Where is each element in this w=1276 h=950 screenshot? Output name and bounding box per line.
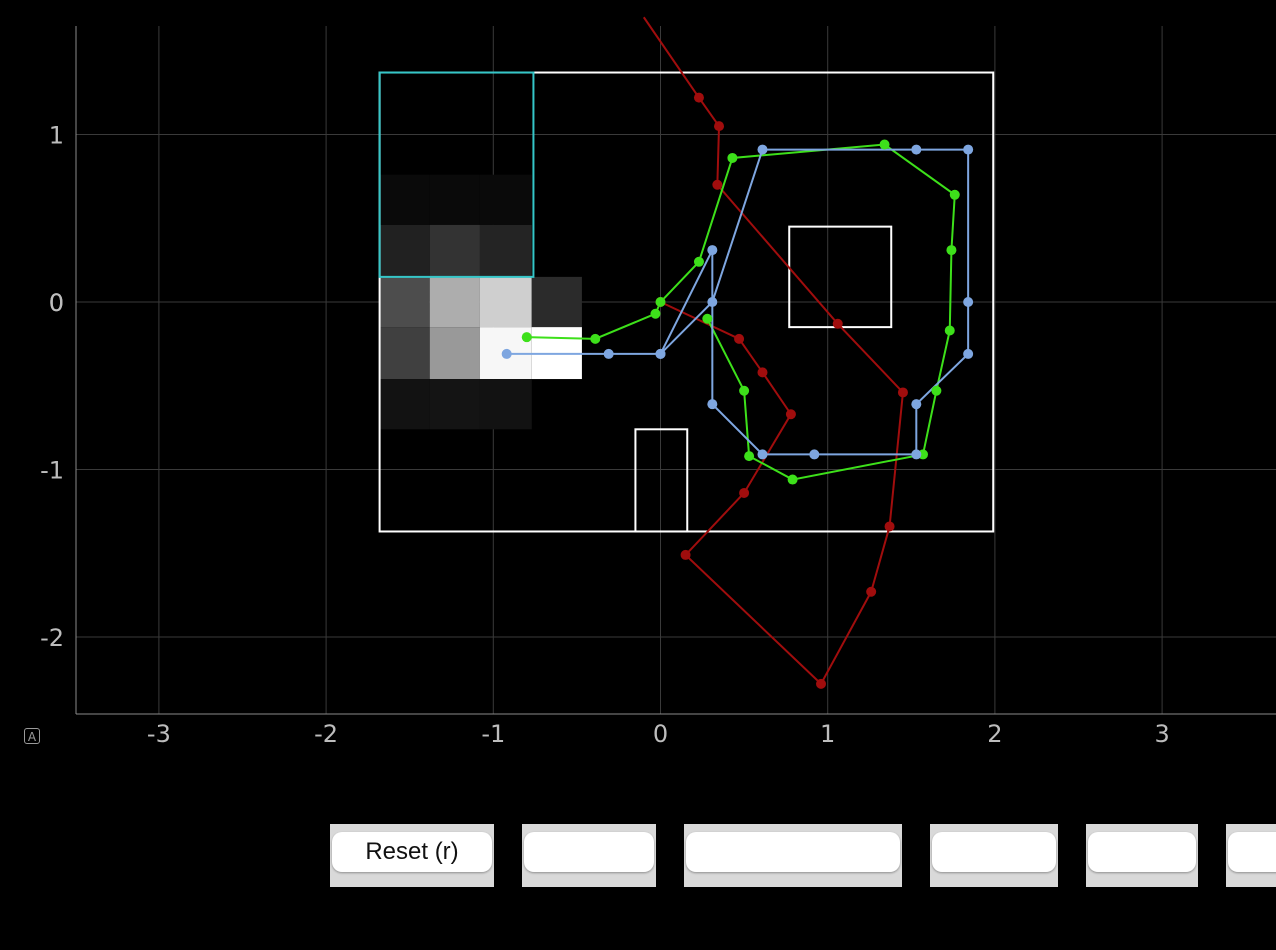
button-5[interactable] bbox=[1088, 832, 1196, 872]
x-tick-label: -3 bbox=[147, 720, 171, 748]
button-frame-5 bbox=[1086, 824, 1198, 887]
x-tick-label: 1 bbox=[820, 720, 835, 748]
plot-background bbox=[0, 0, 1276, 760]
reset-button[interactable]: Reset (r) bbox=[332, 832, 492, 872]
x-tick-label: -2 bbox=[314, 720, 338, 748]
annotation-a-icon[interactable]: A bbox=[24, 728, 40, 744]
heatmap-cell bbox=[379, 224, 430, 277]
data-point bbox=[680, 549, 691, 560]
data-point bbox=[693, 256, 704, 267]
heatmap-cell bbox=[379, 379, 430, 430]
button-3[interactable] bbox=[686, 832, 900, 872]
data-point bbox=[911, 449, 922, 460]
data-point bbox=[866, 586, 877, 597]
x-tick-label: 0 bbox=[653, 720, 668, 748]
plot-area[interactable]: -3 -2 -1 0 1 2 310-1-20 bbox=[0, 0, 1276, 760]
data-point bbox=[650, 308, 661, 319]
data-point bbox=[744, 451, 755, 462]
data-point bbox=[590, 333, 601, 344]
data-point bbox=[712, 179, 723, 190]
data-point bbox=[884, 521, 895, 532]
heatmap-cell bbox=[479, 174, 532, 225]
heatmap-cell bbox=[429, 276, 480, 328]
button-frame-1: Reset (r) bbox=[330, 824, 494, 887]
data-point bbox=[816, 678, 827, 689]
button-6[interactable] bbox=[1228, 832, 1276, 872]
y-tick-label: 1 bbox=[49, 122, 64, 150]
data-point bbox=[714, 121, 725, 132]
data-point bbox=[727, 152, 738, 163]
heatmap-cell bbox=[379, 276, 430, 328]
y-tick-label: 0 bbox=[49, 289, 64, 317]
data-point bbox=[809, 449, 820, 460]
y-tick-label: -2 bbox=[40, 624, 64, 652]
data-point bbox=[963, 297, 974, 307]
data-point bbox=[757, 367, 768, 378]
data-point bbox=[879, 139, 890, 150]
heatmap-cell bbox=[429, 379, 480, 430]
data-point bbox=[693, 92, 704, 103]
heatmap-cell bbox=[479, 276, 532, 328]
data-point bbox=[911, 399, 922, 410]
data-point bbox=[832, 318, 843, 329]
data-point bbox=[734, 333, 745, 344]
data-point bbox=[963, 348, 974, 359]
data-point bbox=[501, 348, 512, 359]
data-point bbox=[707, 399, 718, 410]
button-4[interactable] bbox=[932, 832, 1056, 872]
button-bar: Reset (r) bbox=[0, 824, 1276, 888]
heatmap-cell bbox=[379, 174, 430, 225]
data-point bbox=[707, 245, 718, 256]
data-point bbox=[603, 348, 614, 359]
data-point bbox=[702, 313, 713, 324]
data-point bbox=[655, 297, 666, 307]
data-point bbox=[739, 385, 750, 396]
heatmap-cell bbox=[429, 174, 480, 225]
data-point bbox=[707, 297, 718, 307]
x-tick-label: 2 bbox=[987, 720, 1002, 748]
data-point bbox=[944, 325, 955, 336]
data-point bbox=[931, 385, 942, 396]
button-frame-4 bbox=[930, 824, 1058, 887]
data-point bbox=[963, 144, 974, 155]
heatmap-cell bbox=[479, 224, 532, 277]
data-point bbox=[897, 387, 908, 398]
button-2[interactable] bbox=[524, 832, 654, 872]
data-point bbox=[785, 409, 796, 420]
data-point bbox=[757, 449, 768, 460]
data-point bbox=[949, 189, 960, 200]
data-point bbox=[521, 332, 532, 343]
button-frame-3 bbox=[684, 824, 902, 887]
heatmap-cell bbox=[531, 276, 582, 328]
data-point bbox=[787, 474, 798, 485]
data-point bbox=[911, 144, 922, 155]
button-frame-6 bbox=[1226, 824, 1276, 887]
data-point bbox=[655, 348, 666, 359]
x-tick-label: 3 bbox=[1154, 720, 1169, 748]
heatmap-cell bbox=[479, 379, 532, 430]
y-tick-label: -1 bbox=[40, 457, 64, 485]
data-point bbox=[946, 245, 957, 256]
heatmap-cell bbox=[429, 327, 480, 380]
heatmap-cell bbox=[429, 224, 480, 277]
heatmap-cell bbox=[379, 327, 430, 380]
x-tick-label: -1 bbox=[481, 720, 505, 748]
data-point bbox=[739, 487, 750, 498]
data-point bbox=[757, 144, 768, 155]
button-frame-2 bbox=[522, 824, 656, 887]
